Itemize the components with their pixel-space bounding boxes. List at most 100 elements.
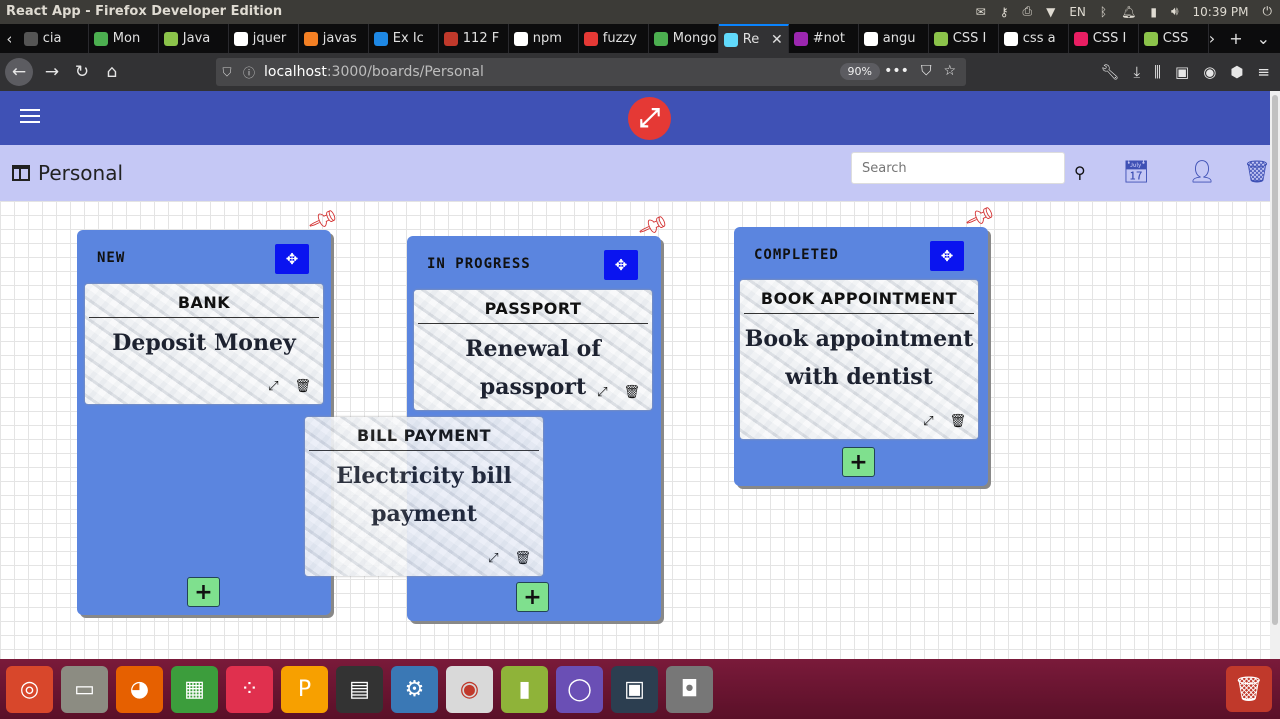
tabs-scroll-left-icon[interactable]: ‹ bbox=[0, 30, 19, 48]
card[interactable]: PASSPORT Renewal of passport ⤢ 🗑︎ bbox=[414, 290, 652, 410]
browser-tab[interactable]: CSS bbox=[1139, 24, 1209, 53]
key-icon[interactable]: ⚷ bbox=[1000, 5, 1009, 19]
add-card-button[interactable]: + bbox=[842, 447, 875, 477]
wifi-icon[interactable]: ▼ bbox=[1046, 5, 1055, 19]
trash-icon[interactable]: 🗑︎ bbox=[514, 551, 531, 566]
trash-bin-icon[interactable]: 🗑︎ bbox=[1226, 666, 1272, 712]
menu-icon[interactable]: ≡ bbox=[1257, 63, 1270, 81]
reload-button[interactable]: ↻ bbox=[67, 62, 97, 82]
ubuntu-icon[interactable]: ◎ bbox=[6, 665, 53, 713]
archive-icon[interactable]: ▮ bbox=[501, 665, 548, 713]
shield-icon[interactable]: ⛉ bbox=[216, 65, 238, 80]
forward-button[interactable]: → bbox=[37, 62, 67, 82]
expand-icon[interactable]: ⤢ bbox=[597, 385, 607, 400]
bookmark-star-icon[interactable]: ☆ bbox=[943, 63, 956, 79]
home-button[interactable]: ⌂ bbox=[97, 62, 127, 82]
tab-favicon-icon bbox=[303, 31, 318, 46]
firefox-icon[interactable]: ◕ bbox=[116, 665, 163, 713]
column-title: IN PROGRESS bbox=[427, 256, 531, 272]
mail-icon[interactable]: ✉ bbox=[976, 5, 986, 19]
trash-icon[interactable]: 🗑︎ bbox=[623, 385, 640, 400]
search-input[interactable] bbox=[851, 152, 1065, 184]
close-tab-icon[interactable]: ✕ bbox=[771, 32, 783, 48]
mixer-icon[interactable]: ⁘ bbox=[226, 665, 273, 713]
printer-icon[interactable]: ⎙ bbox=[1022, 4, 1032, 19]
move-column-button[interactable]: ✥ bbox=[604, 250, 638, 280]
column-new[interactable]: 📌︎ NEW ✥ BANK Deposit Money ⤢ 🗑︎ + bbox=[77, 204, 340, 615]
browser-tab[interactable]: CSS I bbox=[1069, 24, 1139, 53]
browser-tab[interactable]: Java bbox=[159, 24, 229, 53]
browser-tab[interactable]: Mon bbox=[89, 24, 159, 53]
download-icon[interactable]: ⤓ bbox=[1133, 63, 1140, 81]
battery-icon[interactable]: ▮ bbox=[1150, 5, 1157, 19]
browser-tab[interactable]: 112 F bbox=[439, 24, 509, 53]
page-actions-icon[interactable]: ••• bbox=[884, 63, 909, 79]
back-button[interactable]: ← bbox=[5, 58, 33, 86]
trash-icon[interactable]: 🗑︎ bbox=[949, 414, 966, 429]
trash-icon[interactable]: 🗑︎ bbox=[294, 379, 311, 394]
tab-list-chevron-down-icon[interactable]: ⌄ bbox=[1257, 29, 1270, 48]
expand-icon[interactable]: ⤢ bbox=[268, 379, 278, 394]
bell-icon[interactable]: 🔔︎ bbox=[1121, 5, 1136, 19]
info-icon[interactable]: ⓘ bbox=[238, 64, 260, 81]
move-icon: ✥ bbox=[285, 250, 299, 268]
add-user-icon[interactable]: 👤︎ bbox=[1188, 160, 1216, 185]
board-area: 📌︎ NEW ✥ BANK Deposit Money ⤢ 🗑︎ + 📌︎ IN… bbox=[0, 201, 1270, 659]
browser-tab[interactable]: CSS I bbox=[929, 24, 999, 53]
library-icon[interactable]: ⫼ bbox=[1154, 63, 1161, 81]
sidebar-icon[interactable]: ▣ bbox=[1175, 63, 1189, 81]
zoom-indicator[interactable]: 90% bbox=[839, 63, 880, 80]
browser-tab[interactable]: Re ✕ bbox=[718, 24, 789, 53]
tab-label: css a bbox=[1022, 31, 1056, 46]
clock[interactable]: 10:39 PM bbox=[1193, 5, 1249, 19]
card-body: Book appointment with dentist bbox=[744, 326, 974, 390]
account-icon[interactable]: ◉ bbox=[1203, 63, 1216, 81]
add-card-button[interactable]: + bbox=[516, 582, 549, 612]
new-tab-icon[interactable]: + bbox=[1229, 29, 1242, 48]
card-actions: ⤢ 🗑︎ bbox=[268, 379, 311, 394]
browser-tab[interactable]: css a bbox=[999, 24, 1069, 53]
files-icon[interactable]: ▭ bbox=[61, 665, 108, 713]
expand-icon[interactable]: ⤢ bbox=[488, 551, 498, 566]
browser-tab[interactable]: Ex Ic bbox=[369, 24, 439, 53]
extension-icon[interactable]: ⬢ bbox=[1230, 63, 1243, 81]
url-bar[interactable]: ⛉ ⓘ localhost:3000/boards/Personal 90% •… bbox=[216, 58, 966, 86]
add-event-calendar-icon[interactable]: 📅︎ bbox=[1122, 160, 1150, 185]
settings-icon[interactable]: ⚙ bbox=[391, 665, 438, 713]
pocket-icon[interactable]: ⛉ bbox=[921, 63, 932, 79]
disk-icon[interactable]: ◯ bbox=[556, 665, 603, 713]
browser-tab[interactable]: jquer bbox=[229, 24, 299, 53]
terminal-icon[interactable]: ▤ bbox=[336, 665, 383, 713]
volume-icon[interactable]: 🔊︎ bbox=[1171, 4, 1179, 19]
browser-tab[interactable]: angu bbox=[859, 24, 929, 53]
browser-tab[interactable]: fuzzy bbox=[579, 24, 649, 53]
screenshot-icon[interactable]: ▣ bbox=[611, 665, 658, 713]
browser-tab[interactable]: javas bbox=[299, 24, 369, 53]
search-icon[interactable]: ⚲ bbox=[1074, 163, 1086, 182]
page-scrollbar[interactable] bbox=[1270, 91, 1280, 659]
bluetooth-icon[interactable]: ᛒ bbox=[1100, 5, 1107, 19]
dragging-card[interactable]: BILL PAYMENT Electricity bill payment ⤢ … bbox=[305, 417, 543, 576]
language-indicator[interactable]: EN bbox=[1069, 5, 1086, 19]
move-column-button[interactable]: ✥ bbox=[930, 241, 964, 271]
card[interactable]: BANK Deposit Money ⤢ 🗑︎ bbox=[85, 284, 323, 404]
browser-tab[interactable]: Mongo bbox=[649, 24, 719, 53]
card[interactable]: BOOK APPOINTMENT Book appointment with d… bbox=[740, 280, 978, 439]
tabs-scroll-right-icon[interactable]: › bbox=[1209, 29, 1215, 48]
url-text[interactable]: localhost:3000/boards/Personal bbox=[264, 64, 484, 80]
document-viewer-icon[interactable]: ◉ bbox=[446, 665, 493, 713]
delete-board-icon[interactable]: 🗑︎ bbox=[1243, 160, 1271, 185]
add-card-button[interactable]: + bbox=[187, 577, 220, 607]
power-icon[interactable]: ⏻ bbox=[1263, 4, 1273, 19]
browser-tab[interactable]: npm bbox=[509, 24, 579, 53]
hamburger-menu-icon[interactable] bbox=[20, 109, 40, 125]
browser-tab[interactable]: cia bbox=[19, 24, 89, 53]
postman-icon[interactable]: P bbox=[281, 665, 328, 713]
browser-tab[interactable]: #not bbox=[789, 24, 859, 53]
camera-icon[interactable]: ◘ bbox=[666, 665, 713, 713]
move-column-button[interactable]: ✥ bbox=[275, 244, 309, 274]
column-completed[interactable]: 📌︎ COMPLETED ✥ BOOK APPOINTMENT Book app… bbox=[734, 201, 997, 486]
wrench-icon[interactable]: 🔧︎ bbox=[1100, 63, 1119, 81]
expand-icon[interactable]: ⤢ bbox=[923, 414, 933, 429]
spreadsheet-icon[interactable]: ▦ bbox=[171, 665, 218, 713]
